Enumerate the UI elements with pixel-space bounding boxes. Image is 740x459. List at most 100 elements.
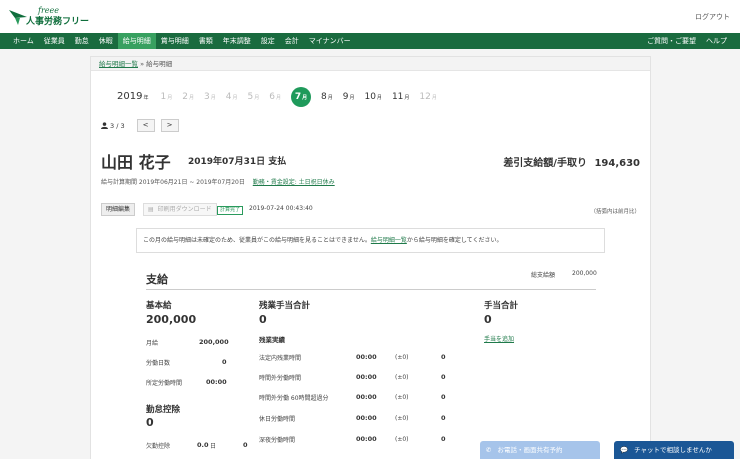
- absence-days: 0.0: [197, 441, 209, 449]
- notice-payslip-list-link[interactable]: 給与明細一覧: [371, 237, 407, 244]
- overtime-total-value: 0: [259, 313, 267, 326]
- nav-bonus[interactable]: 賞与明細: [156, 33, 194, 49]
- ot-row-4-diff: (±0): [395, 415, 409, 422]
- month-8[interactable]: 8月: [321, 87, 333, 107]
- breadcrumb-current: 給与明細: [146, 60, 173, 68]
- absence-days-unit: 日: [210, 443, 217, 450]
- logo-text: 人事労務フリー: [26, 17, 90, 27]
- month-2[interactable]: 2月: [182, 87, 194, 107]
- absence-deduction-label: 欠勤控除: [146, 443, 171, 450]
- absence-deduction-amount: 0: [243, 441, 248, 449]
- user-icon: [101, 122, 108, 129]
- calc-date: 2019-07-24 00:43:40: [249, 205, 313, 212]
- month-3[interactable]: 3月: [204, 87, 216, 107]
- print-download-button[interactable]: ▤ 印刷用ダウンロード: [143, 203, 217, 216]
- chat-support-button[interactable]: 💬 チャットで相談しませんか: [614, 441, 734, 459]
- scheduled-hours-value: 00:00: [206, 378, 227, 386]
- working-days-label: 労働日数: [146, 360, 171, 367]
- freee-logo[interactable]: freee 人事労務フリー: [8, 5, 98, 29]
- month-9[interactable]: 9月: [343, 87, 355, 107]
- ot-row-1-label: 法定内残業時間: [259, 355, 302, 362]
- nav-leave[interactable]: 休暇: [94, 33, 118, 49]
- base-pay-title: 基本給: [146, 301, 172, 311]
- attendance-deduction-value: 0: [146, 416, 154, 429]
- ot-row-5-diff: (±0): [395, 436, 409, 443]
- ot-row-3-diff: (±0): [395, 394, 409, 401]
- nav-year-end[interactable]: 年末調整: [218, 33, 256, 49]
- pay-period-text: 給与計算期間 2019年06月21日 ~ 2019年07月20日: [101, 179, 245, 186]
- work-settings-link[interactable]: 勤務・賃金設定: 土日祝日休み: [253, 179, 335, 186]
- net-pay: 差引支給額/手取り 194,630: [503, 154, 640, 169]
- phone-icon: ✆: [486, 446, 492, 454]
- monthly-salary-value: 200,000: [199, 338, 229, 346]
- employee-name: 山田 花子: [101, 153, 171, 172]
- breadcrumb: 給与明細一覧 » 給与明細: [91, 57, 650, 71]
- nav-my-number[interactable]: マイナンバー: [304, 33, 356, 49]
- breadcrumb-separator: »: [140, 60, 145, 68]
- pay-period: 給与計算期間 2019年06月21日 ~ 2019年07月20日 勤務・賃金設定…: [101, 177, 335, 186]
- prev-employee-button[interactable]: <: [136, 119, 155, 132]
- month-1[interactable]: 1月: [160, 87, 172, 107]
- calc-complete-badge: 計算完了: [217, 206, 244, 215]
- print-icon: ▤: [148, 206, 154, 213]
- pay-heading: 支給: [146, 273, 168, 286]
- chat-bubble-icon: 💬: [620, 446, 629, 454]
- nav-right: ご質問・ご要望 ヘルプ: [642, 33, 732, 49]
- nav-attendance[interactable]: 勤怠: [70, 33, 94, 49]
- ot-row-4-amount: 0: [441, 414, 446, 422]
- ot-row-4-time: 00:00: [356, 414, 377, 422]
- breadcrumb-payslip-list[interactable]: 給与明細一覧: [99, 60, 138, 68]
- ot-row-3-label: 時間外労働 60時間超過分: [259, 395, 329, 402]
- overtime-record-title: 残業実績: [259, 336, 285, 344]
- ot-row-1-diff: (±0): [395, 354, 409, 361]
- ot-row-2-label: 時間外労働時間: [259, 375, 302, 382]
- month-12[interactable]: 12 月: [419, 87, 436, 107]
- nav-settings[interactable]: 設定: [256, 33, 280, 49]
- net-pay-value: 194,630: [594, 158, 640, 169]
- gross-pay-value: 200,000: [572, 270, 597, 277]
- nav-accounting[interactable]: 会計: [280, 33, 304, 49]
- ot-row-5-amount: 0: [441, 435, 446, 443]
- net-pay-label: 差引支給額/手取り: [503, 158, 587, 169]
- ot-row-1-time: 00:00: [356, 353, 377, 361]
- top-bar: freee 人事労務フリー ログアウト: [0, 0, 740, 33]
- ot-row-2-diff: (±0): [395, 374, 409, 381]
- nav-documents[interactable]: 書類: [194, 33, 218, 49]
- ot-row-2-amount: 0: [441, 373, 446, 381]
- month-5[interactable]: 5月: [247, 87, 259, 107]
- payslip-card: 給与明細一覧 » 給与明細 2019 年 1月 2月 3月 4月 5月 6月 7月…: [90, 56, 651, 459]
- allowance-total-title: 手当合計: [484, 301, 519, 311]
- nav-home[interactable]: ホーム: [8, 33, 39, 49]
- scheduled-hours-label: 所定労働時間: [146, 380, 183, 387]
- month-11[interactable]: 11 月: [392, 87, 409, 107]
- month-6[interactable]: 6月: [269, 87, 281, 107]
- nav-feedback[interactable]: ご質問・ご要望: [642, 33, 701, 49]
- logout-link[interactable]: ログアウト: [695, 12, 730, 22]
- allowance-total-value: 0: [484, 313, 492, 326]
- ot-row-4-label: 休日労働時間: [259, 416, 296, 423]
- monthly-salary-label: 月給: [146, 340, 159, 347]
- ot-row-3-amount: 0: [441, 393, 446, 401]
- unconfirmed-notice: この月の給与明細は未確定のため、従業員がこの給与明細を見ることはできません。給与…: [136, 228, 605, 253]
- ot-row-5-time: 00:00: [356, 435, 377, 443]
- divider: [146, 289, 596, 290]
- edit-payslip-button[interactable]: 明細編集: [101, 203, 136, 216]
- month-selector: 2019 年 1月 2月 3月 4月 5月 6月 7月 8月 9月 10 月 11 月…: [117, 87, 447, 107]
- bird-logo-icon: [9, 10, 27, 25]
- base-pay-value: 200,000: [146, 313, 197, 326]
- add-allowance-link[interactable]: 手当を追加: [484, 334, 514, 343]
- next-employee-button[interactable]: >: [160, 119, 179, 132]
- phone-support-button[interactable]: ✆ お電話・画面共有予約: [480, 441, 600, 459]
- nav-payslip[interactable]: 給与明細: [117, 33, 156, 49]
- gross-pay-label: 総支給額: [531, 272, 556, 279]
- attendance-deduction-title: 勤怠控除: [146, 405, 181, 415]
- nav-help[interactable]: ヘルプ: [701, 33, 732, 49]
- month-10[interactable]: 10 月: [364, 87, 381, 107]
- ot-row-5-label: 深夜労働時間: [259, 437, 296, 444]
- comparison-note: （括弧内は前月比）: [590, 209, 640, 215]
- month-7[interactable]: 7月: [290, 87, 311, 107]
- working-days-value: 0: [222, 358, 227, 366]
- month-4[interactable]: 4月: [226, 87, 238, 107]
- nav-employees[interactable]: 従業員: [39, 33, 70, 49]
- employee-count: 3 / 3: [110, 121, 125, 130]
